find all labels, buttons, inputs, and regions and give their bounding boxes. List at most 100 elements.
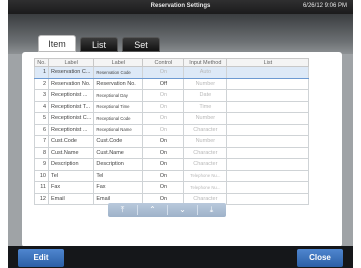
row-control: On [142, 89, 185, 102]
scroll-up-button[interactable]: ⌃ [138, 203, 167, 217]
row-label-2: Receptional Day [93, 89, 144, 102]
row-input-method: Telephone Nu... [183, 169, 228, 182]
row-label: Receptionist ... [47, 123, 95, 136]
row-input-method: Number [183, 135, 228, 148]
edit-button[interactable]: Edit [18, 249, 64, 267]
row-label-2: Reservation Code [93, 66, 144, 79]
row-label: Email [47, 192, 95, 205]
row-label: Receptionist T... [47, 100, 95, 113]
row-number: 10 [34, 169, 49, 182]
row-control: On [142, 66, 185, 79]
row-number: 4 [34, 100, 49, 113]
scroll-down-button[interactable]: ⌄ [168, 203, 197, 217]
row-list [226, 192, 310, 205]
row-label: Receptionist ... [47, 89, 95, 102]
row-label: Description [47, 158, 95, 171]
settings-panel: No. Label Label Control Input Method Lis… [22, 52, 342, 247]
row-label-2: Description [93, 158, 144, 171]
row-number: 5 [34, 112, 49, 125]
chevron-up-icon: ⌃ [149, 205, 156, 214]
app-window: Reservation Settings 6/26/12 9:06 PM Ite… [8, 0, 353, 268]
row-input-method: Character [183, 123, 228, 136]
row-label: Tel [47, 169, 95, 182]
row-input-method: Date [183, 89, 228, 102]
row-control: On [142, 123, 185, 136]
row-label-2: Reservation No. [93, 77, 144, 90]
close-button[interactable]: Close [297, 249, 343, 267]
double-up-icon: ⤒ [120, 205, 125, 214]
row-control: On [142, 112, 185, 125]
scroll-top-button[interactable]: ⤒ [108, 203, 137, 217]
table-row[interactable]: 8 Cust.Name Cust.Name On Character [34, 146, 310, 159]
table-row[interactable]: 1 Reservation C... Reservation Code On A… [34, 66, 310, 79]
row-control: On [142, 146, 185, 159]
row-input-method: Number [183, 77, 228, 90]
row-list [226, 123, 310, 136]
settings-table: No. Label Label Control Input Method Lis… [34, 58, 310, 205]
row-input-method: Auto [183, 66, 228, 79]
column-header-no[interactable]: No. [34, 58, 49, 67]
row-list [226, 112, 310, 125]
row-control: Off [142, 77, 185, 90]
table-row[interactable]: 11 Fax Fax On Telephone Nu... [34, 181, 310, 194]
row-input-method: Character [183, 146, 228, 159]
table-row[interactable]: 6 Receptionist ... Receptional Name On C… [34, 123, 310, 136]
row-list [226, 158, 310, 171]
row-label: Reservation No. [47, 77, 95, 90]
column-header-list[interactable]: List [226, 58, 310, 67]
table-row[interactable]: 2 Reservation No. Reservation No. Off Nu… [34, 77, 310, 90]
row-number: 12 [34, 192, 49, 205]
column-header-input-method[interactable]: Input Method [183, 58, 228, 67]
column-header-label-2[interactable]: Label [93, 58, 144, 67]
column-header-label[interactable]: Label [47, 58, 95, 67]
row-number: 6 [34, 123, 49, 136]
row-navigation: ⤒ ⌃ ⌄ ⤓ [108, 203, 226, 217]
row-list [226, 89, 310, 102]
row-number: 2 [34, 77, 49, 90]
row-number: 7 [34, 135, 49, 148]
title-bar: Reservation Settings 6/26/12 9:06 PM [8, 0, 353, 14]
table-row[interactable]: 4 Receptionist T... Receptional Time On … [34, 100, 310, 113]
row-label-2: Receptional Code [93, 112, 144, 125]
row-control: On [142, 135, 185, 148]
bottom-bar: Edit Close [8, 246, 353, 268]
row-number: 8 [34, 146, 49, 159]
table-row[interactable]: 7 Cust.Code Cust.Code On Number [34, 135, 310, 148]
table-row[interactable]: 9 Description Description On Character [34, 158, 310, 171]
row-control: On [142, 181, 185, 194]
row-label: Cust.Name [47, 146, 95, 159]
table-header-row: No. Label Label Control Input Method Lis… [34, 58, 310, 67]
row-input-method: Telephone Nu... [183, 181, 228, 194]
clock: 6/26/12 9:06 PM [302, 3, 347, 9]
row-input-method: Time [183, 100, 228, 113]
window-title: Reservation Settings [150, 3, 211, 9]
row-control: On [142, 169, 185, 182]
tab-item[interactable]: Item [38, 35, 76, 52]
column-header-control[interactable]: Control [142, 58, 185, 67]
tab-list[interactable]: List [80, 37, 118, 52]
row-number: 1 [34, 66, 49, 79]
row-list [226, 77, 310, 90]
table-row[interactable]: 10 Tel Tel On Telephone Nu... [34, 169, 310, 182]
row-control: On [142, 158, 185, 171]
row-list [226, 169, 310, 182]
row-list [226, 181, 310, 194]
row-number: 9 [34, 158, 49, 171]
chevron-down-icon: ⌄ [179, 205, 186, 214]
row-list [226, 146, 310, 159]
table-row[interactable]: 3 Receptionist ... Receptional Day On Da… [34, 89, 310, 102]
row-label-2: Tel [93, 169, 144, 182]
row-control: On [142, 100, 185, 113]
row-label-2: Receptional Name [93, 123, 144, 136]
tab-set[interactable]: Set [122, 37, 160, 52]
row-label-2: Cust.Name [93, 146, 144, 159]
row-list [226, 66, 310, 79]
row-list [226, 100, 310, 113]
scroll-bottom-button[interactable]: ⤓ [197, 203, 226, 217]
row-label: Receptionist C... [47, 112, 95, 125]
row-number: 11 [34, 181, 49, 194]
row-list [226, 135, 310, 148]
row-label: Cust.Code [47, 135, 95, 148]
row-label-2: Cust.Code [93, 135, 144, 148]
table-row[interactable]: 5 Receptionist C... Receptional Code On … [34, 112, 310, 125]
